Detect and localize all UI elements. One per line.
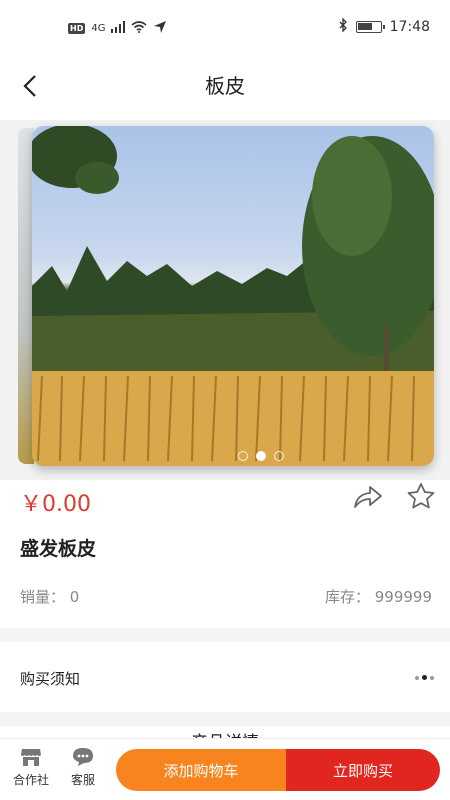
status-left-group: HD 4G [68,20,167,37]
hd-badge: HD [68,23,86,34]
product-photo [32,126,434,466]
share-button[interactable] [352,482,384,510]
product-carousel[interactable] [0,120,450,480]
product-name-row: 盛发板皮 [0,526,450,572]
product-price: ￥0.00 [20,492,91,517]
product-name: 盛发板皮 [20,538,97,560]
service-tab[interactable]: 客服 [58,747,108,788]
stock-info: 库存： 999999 [325,586,432,607]
favorite-button[interactable] [406,482,436,510]
purchase-notice-label: 购买须知 [20,670,81,688]
share-icon [354,486,382,508]
carousel-pagination [238,451,284,461]
stock-value: 999999 [374,588,432,606]
status-bar: HD 4G 17:48 [0,0,450,56]
status-time: 17:48 [389,19,430,35]
store-icon [21,749,41,766]
stock-label: 库存： [324,588,370,606]
status-right-group: 17:48 [338,17,430,36]
product-image[interactable] [32,126,434,466]
chat-icon [73,748,93,766]
bluetooth-icon [338,17,348,36]
battery-icon [355,21,385,33]
sales-value: 0 [69,588,80,606]
carousel-dot[interactable] [256,451,266,461]
add-to-cart-button[interactable]: 添加购物车 [116,749,286,791]
sales-info: 销量： 0 [20,586,79,607]
service-label: 客服 [70,773,95,787]
buy-now-button[interactable]: 立即购买 [286,749,440,791]
coop-label: 合作社 [12,773,49,787]
price-row: ￥0.00 [0,480,450,526]
battery-fill [357,23,372,30]
sales-label: 销量： [20,588,66,606]
network-label: 4G [91,23,106,34]
wifi-icon [131,21,147,36]
coop-tab[interactable]: 合作社 [6,747,56,788]
carousel-dot[interactable] [274,451,284,461]
page-title: 板皮 [205,74,245,98]
location-icon [153,20,167,37]
star-icon [407,483,435,509]
carousel-dot[interactable] [238,451,248,461]
nav-bar: 板皮 [0,56,450,120]
bottom-action-bar: 合作社 客服 添加购物车 立即购买 [0,738,450,800]
more-icon[interactable] [415,675,434,680]
signal-icon [111,21,126,36]
purchase-notice-row[interactable]: 购买须知 [0,642,450,712]
product-stats-row: 销量： 0 库存： 999999 [0,572,450,628]
